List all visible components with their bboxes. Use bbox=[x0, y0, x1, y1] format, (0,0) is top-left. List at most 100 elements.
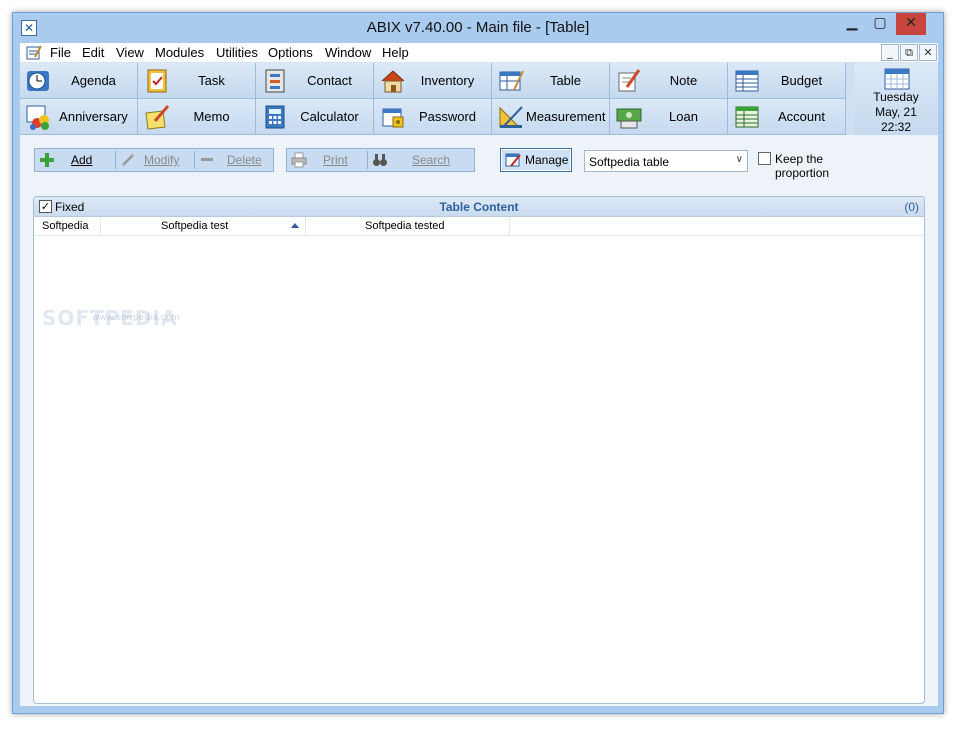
spreadsheet-icon bbox=[735, 70, 759, 92]
column-header[interactable]: Softpedia bbox=[34, 217, 101, 236]
menu-file[interactable]: File bbox=[50, 45, 71, 60]
manage-button[interactable]: Manage bbox=[500, 148, 572, 172]
manage-table-icon bbox=[505, 153, 521, 167]
menu-modules[interactable]: Modules bbox=[155, 45, 204, 60]
ledger-icon bbox=[735, 106, 759, 128]
delete-label: Delete bbox=[227, 153, 262, 167]
watermark-url: www.softpedia.com bbox=[92, 313, 180, 323]
menu-view[interactable]: View bbox=[116, 45, 144, 60]
module-account-button[interactable]: Account bbox=[728, 99, 846, 135]
mdi-close-button[interactable]: ✕ bbox=[919, 44, 937, 61]
module-bar: Agenda Task Contact Inventory Table Note… bbox=[20, 63, 938, 135]
date-time: 22:32 bbox=[880, 120, 912, 134]
window-title: ABIX v7.40.00 - Main file - [Table] bbox=[366, 19, 590, 36]
sort-ascending-icon bbox=[291, 223, 299, 228]
module-memo-button[interactable]: Memo bbox=[138, 99, 256, 135]
print-label: Print bbox=[323, 153, 348, 167]
minimize-icon: ▁ bbox=[846, 15, 858, 31]
column-header[interactable]: Softpedia test bbox=[101, 217, 306, 236]
record-count: (0) bbox=[904, 200, 919, 214]
module-label: Note bbox=[669, 73, 698, 88]
close-icon: ✕ bbox=[905, 15, 917, 31]
pencil-icon bbox=[122, 154, 134, 166]
add-button[interactable]: Add bbox=[35, 149, 115, 171]
date-day: May, 21 bbox=[875, 105, 917, 119]
output-button-group: Print Search bbox=[286, 148, 475, 172]
table-select[interactable]: Softpedia table ∨ bbox=[584, 150, 748, 172]
calculator-icon bbox=[265, 105, 285, 129]
content-area: Add Modify Delete Print Search Manage So… bbox=[20, 135, 938, 706]
module-calculator-button[interactable]: Calculator bbox=[256, 99, 374, 135]
module-measurement-button[interactable]: Measurement bbox=[492, 99, 610, 135]
add-label: Add bbox=[71, 153, 93, 167]
search-button[interactable]: Search bbox=[368, 149, 474, 171]
mdi-minimize-button[interactable]: _ bbox=[881, 44, 899, 61]
printer-icon bbox=[291, 152, 307, 168]
clock-icon bbox=[27, 71, 49, 91]
module-note-button[interactable]: Note bbox=[610, 63, 728, 99]
module-label: Measurement bbox=[526, 109, 606, 124]
module-label: Contact bbox=[307, 73, 352, 88]
menu-window[interactable]: Window bbox=[325, 45, 371, 60]
panel-title: Table Content bbox=[439, 200, 519, 214]
chevron-down-icon: ∨ bbox=[735, 154, 743, 165]
maximize-button[interactable]: ▢ bbox=[865, 13, 895, 35]
module-label: Loan bbox=[669, 109, 698, 124]
column-header-label: Softpedia test bbox=[161, 220, 229, 232]
print-button[interactable]: Print bbox=[287, 149, 367, 171]
delete-button[interactable]: Delete bbox=[195, 149, 273, 171]
menu-help[interactable]: Help bbox=[382, 45, 409, 60]
module-password-button[interactable]: Password bbox=[374, 99, 492, 135]
keep-proportion-label[interactable]: Keep the proportion bbox=[775, 152, 829, 180]
menu-edit[interactable]: Edit bbox=[82, 45, 104, 60]
panel-header: ✓ Fixed Table Content (0) bbox=[34, 197, 924, 217]
module-anniversary-button[interactable]: Anniversary bbox=[20, 99, 138, 135]
plus-icon bbox=[40, 153, 54, 167]
module-label: Password bbox=[418, 109, 477, 124]
money-icon bbox=[616, 108, 642, 129]
module-table-button[interactable]: Table bbox=[492, 63, 610, 99]
modify-label: Modify bbox=[144, 153, 180, 167]
manage-label: Manage bbox=[525, 153, 569, 167]
binoculars-icon bbox=[373, 154, 387, 166]
module-label: Inventory bbox=[420, 73, 475, 88]
maximize-icon: ▢ bbox=[873, 15, 887, 31]
keep-proportion-checkbox[interactable] bbox=[758, 152, 771, 165]
module-label: Memo bbox=[193, 109, 230, 124]
close-button[interactable]: ✕ bbox=[896, 13, 926, 35]
app-window: ✕ ABIX v7.40.00 - Main file - [Table] ▁ … bbox=[12, 12, 944, 714]
ruler-icon bbox=[499, 106, 523, 128]
title-bar[interactable]: ✕ ABIX v7.40.00 - Main file - [Table] ▁ … bbox=[13, 13, 943, 43]
edit-button-group: Add Modify Delete bbox=[34, 148, 274, 172]
mdi-restore-button[interactable]: ⧉ bbox=[900, 44, 918, 61]
table-header-row: Softpedia Softpedia test Softpedia teste… bbox=[34, 217, 924, 236]
module-agenda-button[interactable]: Agenda bbox=[20, 63, 138, 99]
password-icon bbox=[382, 108, 404, 128]
menu-bar: File Edit View Modules Utilities Options… bbox=[20, 43, 938, 63]
memo-icon bbox=[145, 105, 170, 130]
search-label: Search bbox=[412, 153, 451, 167]
notepad-icon[interactable] bbox=[26, 45, 42, 60]
module-budget-button[interactable]: Budget bbox=[728, 63, 846, 99]
modify-button[interactable]: Modify bbox=[116, 149, 194, 171]
module-task-button[interactable]: Task bbox=[138, 63, 256, 99]
module-label: Task bbox=[198, 73, 225, 88]
module-label: Agenda bbox=[71, 73, 116, 88]
address-book-icon bbox=[265, 69, 285, 93]
menu-utilities[interactable]: Utilities bbox=[216, 45, 258, 60]
column-header[interactable]: Softpedia tested bbox=[306, 217, 510, 236]
minimize-button[interactable]: ▁ bbox=[837, 13, 867, 35]
module-contact-button[interactable]: Contact bbox=[256, 63, 374, 99]
pencil-note-icon bbox=[618, 69, 641, 92]
calendar-icon bbox=[884, 68, 910, 90]
date-panel[interactable]: Tuesday May, 21 22:32 bbox=[854, 63, 938, 135]
menu-options[interactable]: Options bbox=[268, 45, 313, 60]
module-label: Budget bbox=[780, 73, 823, 88]
module-loan-button[interactable]: Loan bbox=[610, 99, 728, 135]
module-label: Account bbox=[778, 109, 825, 124]
module-label: Anniversary bbox=[59, 109, 128, 124]
module-inventory-button[interactable]: Inventory bbox=[374, 63, 492, 99]
minus-icon bbox=[201, 158, 213, 161]
house-icon bbox=[381, 70, 405, 93]
table-content-panel: ✓ Fixed Table Content (0) Softpedia Soft… bbox=[33, 196, 925, 704]
